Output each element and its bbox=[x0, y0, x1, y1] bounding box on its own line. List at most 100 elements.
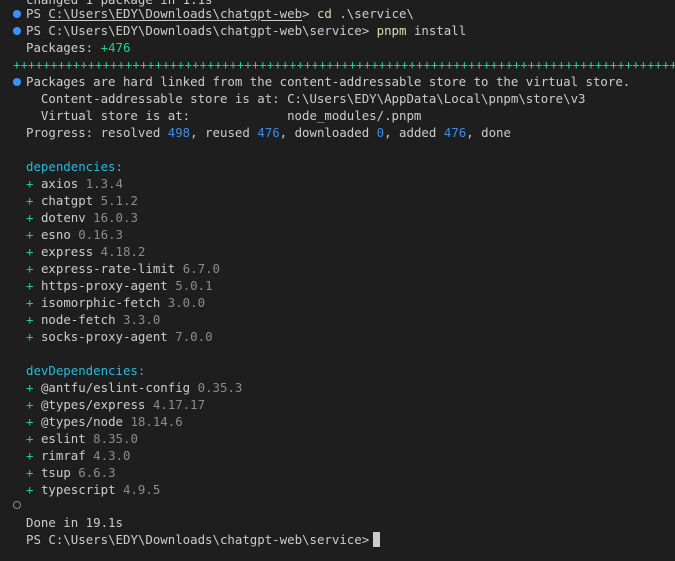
package-row: + https-proxy-agent 5.0.1 bbox=[26, 277, 213, 294]
added-marker: + bbox=[26, 448, 34, 463]
package-version: 18.14.6 bbox=[130, 414, 183, 429]
command-decoration-icon[interactable] bbox=[13, 27, 21, 35]
command-decoration-hollow-icon[interactable] bbox=[13, 501, 21, 509]
package-version: 0.16.3 bbox=[78, 227, 124, 242]
package-row: + rimraf 4.3.0 bbox=[26, 447, 130, 464]
package-version: 4.3.0 bbox=[93, 448, 131, 463]
downloaded-label: , downloaded bbox=[279, 125, 377, 140]
prompt-prefix: PS bbox=[26, 6, 49, 21]
packages-count: +476 bbox=[100, 40, 131, 55]
command-name: pnpm bbox=[376, 23, 407, 38]
text-cursor bbox=[373, 532, 381, 547]
done-line: Done in 19.1s bbox=[26, 515, 123, 530]
final-prompt-line[interactable]: PS C:\Users\EDY\Downloads\chatgpt-web\se… bbox=[26, 531, 381, 548]
package-name: esno bbox=[40, 227, 71, 242]
dev-dependencies-header: devDependencies: bbox=[26, 363, 146, 378]
reused-count: 476 bbox=[257, 125, 280, 140]
package-row: + @antfu/eslint-config 0.35.3 bbox=[26, 379, 242, 396]
prompt-gt: > bbox=[361, 532, 370, 547]
added-marker: + bbox=[26, 193, 34, 208]
command-line-pnpm: PS C:\Users\EDY\Downloads\chatgpt-web\se… bbox=[26, 22, 466, 39]
package-row: + typescript 4.9.5 bbox=[26, 481, 160, 498]
package-name: @antfu/eslint-config bbox=[40, 380, 191, 395]
package-version: 4.17.17 bbox=[152, 397, 206, 412]
package-version: 6.6.3 bbox=[78, 465, 116, 480]
store-path-line: Content-addressable store is at: C:\User… bbox=[26, 91, 586, 106]
package-version: 3.0.0 bbox=[167, 295, 206, 310]
package-version: 5.1.2 bbox=[100, 193, 138, 208]
command-decoration-icon[interactable] bbox=[13, 10, 21, 18]
package-name: https-proxy-agent bbox=[40, 278, 168, 293]
added-marker: + bbox=[26, 414, 34, 429]
package-name: @types/node bbox=[40, 414, 123, 429]
added-marker: + bbox=[26, 482, 34, 497]
package-name: socks-proxy-agent bbox=[40, 329, 168, 344]
prompt-path: C:\Users\EDY\Downloads\chatgpt-web\servi… bbox=[48, 23, 362, 38]
package-row: + express 4.18.2 bbox=[26, 243, 145, 260]
package-name: express-rate-limit bbox=[40, 261, 176, 276]
progress-prefix: Progress: resolved bbox=[26, 125, 168, 140]
package-version: 8.35.0 bbox=[93, 431, 138, 446]
added-marker: + bbox=[26, 380, 34, 395]
info-decoration-icon bbox=[13, 78, 21, 86]
package-name: rimraf bbox=[40, 448, 86, 463]
package-name: eslint bbox=[40, 431, 86, 446]
package-version: 5.0.1 bbox=[175, 278, 213, 293]
package-row: + express-rate-limit 6.7.0 bbox=[26, 260, 220, 277]
added-marker: + bbox=[26, 295, 34, 310]
added-marker: + bbox=[26, 312, 34, 327]
package-row: + isomorphic-fetch 3.0.0 bbox=[26, 294, 205, 311]
package-name: tsup bbox=[40, 465, 71, 480]
package-version: 7.0.0 bbox=[175, 329, 213, 344]
package-name: chatgpt bbox=[40, 193, 94, 208]
package-name: axios bbox=[40, 176, 79, 191]
dependencies-header: dependencies: bbox=[26, 159, 123, 174]
package-version: 16.0.3 bbox=[93, 210, 138, 225]
package-name: node-fetch bbox=[40, 312, 116, 327]
prompt-gt: > bbox=[361, 23, 370, 38]
packages-line: Packages: +476 bbox=[26, 39, 130, 56]
prompt-gt: > bbox=[302, 6, 310, 21]
added-marker: + bbox=[26, 431, 34, 446]
package-name: express bbox=[40, 244, 94, 259]
package-version: 4.18.2 bbox=[100, 244, 146, 259]
install-progress-bar: ++++++++++++++++++++++++++++++++++++++++… bbox=[13, 57, 675, 72]
reused-label: , reused bbox=[190, 125, 258, 140]
resolved-count: 498 bbox=[167, 125, 191, 140]
package-name: typescript bbox=[40, 482, 116, 497]
added-marker: + bbox=[26, 227, 34, 242]
prompt-prefix: PS bbox=[26, 23, 49, 38]
package-row: + eslint 8.35.0 bbox=[26, 430, 138, 447]
command-arg: .\service\ bbox=[331, 6, 414, 21]
added-count: 476 bbox=[443, 125, 467, 140]
added-marker: + bbox=[26, 261, 34, 276]
progress-summary: Progress: resolved 498, reused 476, down… bbox=[26, 124, 511, 141]
package-version: 3.3.0 bbox=[123, 312, 161, 327]
package-row: + tsup 6.6.3 bbox=[26, 464, 116, 481]
package-row: + socks-proxy-agent 7.0.0 bbox=[26, 328, 213, 345]
package-row: + @types/express 4.17.17 bbox=[26, 396, 205, 413]
hardlink-note: Packages are hard linked from the conten… bbox=[26, 74, 631, 89]
package-row: + esno 0.16.3 bbox=[26, 226, 123, 243]
package-version: 1.3.4 bbox=[85, 176, 124, 191]
packages-label: Packages: bbox=[26, 40, 101, 55]
added-marker: + bbox=[26, 465, 34, 480]
terminal-panel[interactable]: changed 1 package in 1.1s PS C:\Users\ED… bbox=[0, 0, 675, 561]
package-name: isomorphic-fetch bbox=[40, 295, 161, 310]
command-name: cd bbox=[316, 6, 332, 21]
prompt-prefix: PS bbox=[26, 532, 49, 547]
package-row: + chatgpt 5.1.2 bbox=[26, 192, 138, 209]
package-name: @types/express bbox=[40, 397, 146, 412]
package-name: dotenv bbox=[40, 210, 86, 225]
added-marker: + bbox=[26, 210, 34, 225]
package-version: 0.35.3 bbox=[197, 380, 243, 395]
package-version: 4.9.5 bbox=[123, 482, 161, 497]
virtual-store-line: Virtual store is at: node_modules/.pnpm bbox=[26, 108, 422, 123]
command-line-cd: PS C:\Users\EDY\Downloads\chatgpt-web> c… bbox=[26, 5, 414, 22]
downloaded-count: 0 bbox=[376, 125, 385, 140]
added-marker: + bbox=[26, 397, 34, 412]
progress-suffix: , done bbox=[466, 125, 511, 140]
prompt-path-link[interactable]: C:\Users\EDY\Downloads\chatgpt-web bbox=[48, 6, 302, 21]
package-row: + node-fetch 3.3.0 bbox=[26, 311, 160, 328]
added-label: , added bbox=[384, 125, 444, 140]
